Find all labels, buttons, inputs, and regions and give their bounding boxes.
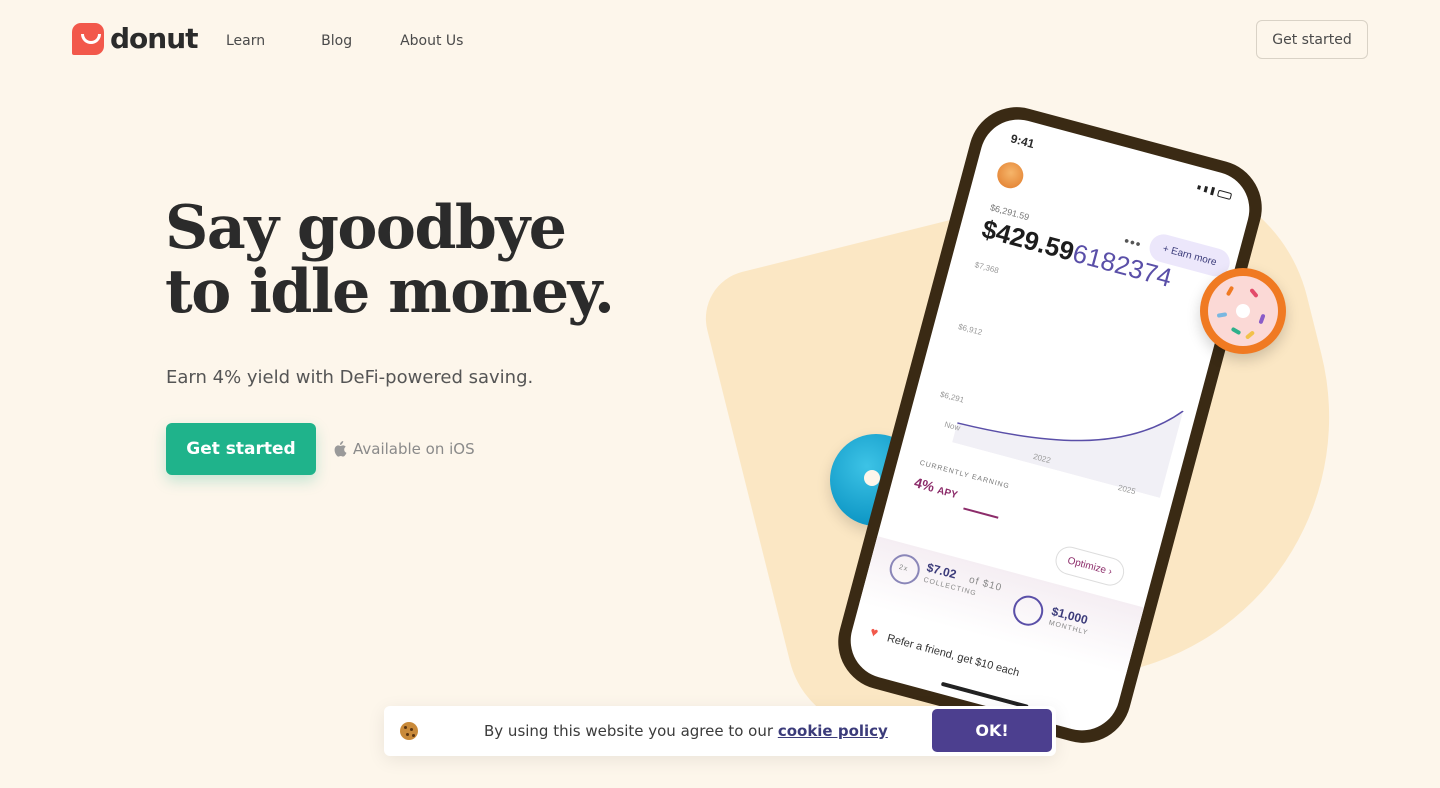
apy: 4% APY [913,474,960,501]
donut-hole [1236,304,1250,318]
phone-time: 9:41 [1009,131,1036,152]
cookie-banner: By using this website you agree to our c… [384,706,1056,756]
heart-icon: ♥ [868,623,880,641]
cookie-icon [400,722,418,740]
home-indicator [940,681,1029,709]
optimize-button: Optimize › [1052,543,1128,589]
donut-logo-icon [72,22,104,55]
signal-icon [1197,185,1202,190]
avatar [994,159,1027,192]
sprinkle-donut-illustration [1200,268,1286,354]
cookie-message: By using this website you agree to our [484,722,774,740]
logo-text: donut [110,22,199,55]
cookie-ok-button[interactable]: OK! [932,709,1052,752]
axis-value: $7,368 [973,260,1000,276]
ios-label: Available on iOS [353,440,475,458]
apy-label: APY [935,485,959,502]
status-icons [1197,183,1233,200]
apy-underline [963,507,999,519]
nav-about-us[interactable]: About Us [400,33,463,49]
monthly-ring [1009,592,1047,630]
phone-screen: 9:41 $6,291.59 ••• + Earn more $429.5961… [842,111,1258,739]
hero-title: Say goodbye to idle money. [165,196,685,324]
balance: $429.596182374 [978,213,1175,293]
cookie-policy-link[interactable]: cookie policy [778,722,888,740]
apy-value: 4% [912,474,937,495]
balance-main: $429.59 [978,213,1078,267]
nav-learn[interactable]: Learn [226,33,265,49]
hero-get-started-button[interactable]: Get started [166,423,316,475]
hero-title-line2: to idle money. [165,257,615,327]
nav-blog[interactable]: Blog [321,33,352,49]
hero-title-line1: Say goodbye [165,193,567,263]
apple-icon [334,441,347,457]
axis-value: $6,912 [957,322,984,338]
more-icon: ••• [1122,232,1144,253]
ios-availability[interactable]: Available on iOS [332,440,475,458]
hero-subtitle: Earn 4% yield with DeFi-powered saving. [166,367,534,388]
main-nav: Learn Blog About Us [226,33,519,49]
logo[interactable]: donut [72,22,199,55]
cookie-text: By using this website you agree to our c… [484,722,888,740]
battery-icon [1216,189,1233,200]
signal-icon [1203,186,1209,193]
header-get-started-button[interactable]: Get started [1256,20,1368,59]
signal-icon [1210,186,1216,196]
